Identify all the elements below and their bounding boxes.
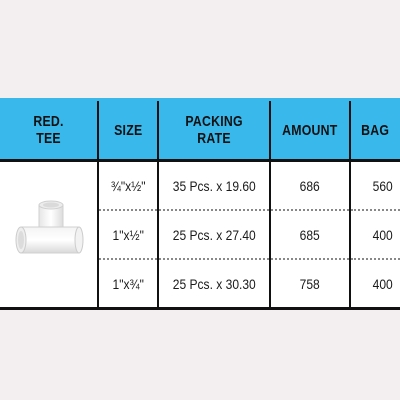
header-bag: BAG bbox=[349, 98, 400, 162]
cell-packing-rate-text: 35 Pcs. x 19.60 bbox=[172, 177, 256, 194]
cell-bag-text: 400 bbox=[372, 275, 393, 292]
product-image-cell bbox=[0, 160, 99, 310]
header-amount-label: AMOUNT bbox=[282, 121, 338, 139]
cell-amount: 686 bbox=[269, 160, 351, 211]
cell-bag-text: 560 bbox=[372, 177, 393, 194]
cell-amount-text: 758 bbox=[299, 275, 321, 292]
header-size-label: SIZE bbox=[113, 121, 143, 139]
cell-bag: 400 bbox=[349, 259, 400, 310]
cell-amount: 758 bbox=[269, 259, 351, 310]
cell-packing-rate: 25 Pcs. x 27.40 bbox=[157, 210, 271, 260]
header-red-tee-label: RED. TEE bbox=[33, 113, 64, 147]
cell-packing-rate: 35 Pcs. x 19.60 bbox=[157, 160, 271, 211]
header-red-tee: RED. TEE bbox=[0, 98, 99, 162]
cell-bag-text: 400 bbox=[372, 226, 393, 243]
reducing-tee-icon bbox=[15, 200, 83, 253]
page-canvas: RED. TEE SIZE PACKING RATE AMOUNT BAG ¾"… bbox=[0, 0, 400, 400]
cell-amount-text: 685 bbox=[299, 226, 321, 243]
cell-size: ¾"x½" bbox=[97, 160, 159, 211]
cell-size: 1"x½" bbox=[97, 210, 159, 260]
header-size: SIZE bbox=[97, 98, 159, 162]
cell-packing-rate-text: 25 Pcs. x 27.40 bbox=[172, 226, 256, 243]
cell-packing-rate-text: 25 Pcs. x 30.30 bbox=[172, 275, 256, 292]
cell-bag: 400 bbox=[349, 210, 400, 260]
cell-size-text: ¾"x½" bbox=[110, 177, 146, 194]
cell-amount: 685 bbox=[269, 210, 351, 260]
table-row: ¾"x½" 35 Pcs. x 19.60 686 560 bbox=[0, 160, 400, 310]
header-amount: AMOUNT bbox=[269, 98, 351, 162]
price-table: RED. TEE SIZE PACKING RATE AMOUNT BAG ¾"… bbox=[0, 98, 400, 310]
header-bag-label: BAG bbox=[361, 121, 390, 139]
cell-size-text: 1"x½" bbox=[112, 226, 144, 243]
cell-size-text: 1"x¾" bbox=[112, 275, 144, 292]
cell-size: 1"x¾" bbox=[97, 259, 159, 310]
cell-packing-rate: 25 Pcs. x 30.30 bbox=[157, 259, 271, 310]
cell-bag: 560 bbox=[349, 160, 400, 211]
header-packing-rate: PACKING RATE bbox=[157, 98, 271, 162]
header-packing-rate-label: PACKING RATE bbox=[185, 113, 243, 147]
header-row: RED. TEE SIZE PACKING RATE AMOUNT BAG bbox=[0, 98, 400, 162]
cell-amount-text: 686 bbox=[299, 177, 321, 194]
